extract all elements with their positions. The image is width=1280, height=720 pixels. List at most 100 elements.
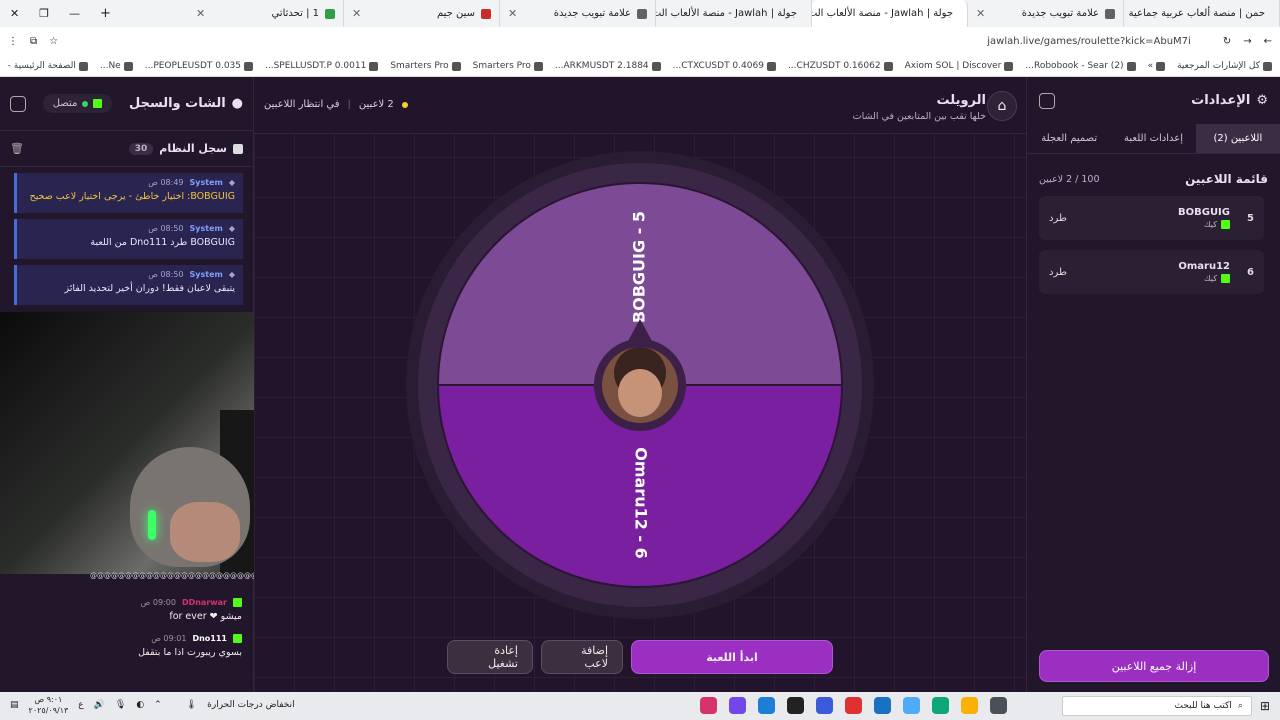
shield-icon: ◆ [228,224,235,233]
system-messages: ◆ System 08:49 ص BOBGUIG: اختيار خاطئ - يرج… [0,173,253,305]
chat-bubble-icon: ● [231,96,243,111]
window-controls: ✕ ❐ — [0,7,90,20]
minimize-window-icon[interactable]: — [69,7,80,20]
browser-tab[interactable]: علامة تبويب جديدة ✕ [500,0,656,27]
player-row: 6 Omaru12 كيك طرد [1039,250,1264,294]
bookmark-label: Smarters Pro [390,61,449,71]
bookmark-item[interactable]: ARKMUSDT 2.1884... [555,61,661,71]
new-tab-button[interactable]: + [90,6,121,21]
bookmark-item[interactable]: SPELLUSDT.P 0.0011... [265,61,379,71]
bookmark-item[interactable]: CHZUSDT 0.16062... [788,61,893,71]
home-icon: ⌂ [997,98,1007,114]
tab-close-icon[interactable]: ✕ [196,7,205,20]
volume-icon[interactable]: 🔊 [94,700,105,710]
browser-tab[interactable]: جولة | Jawlah - منصة الألعاب الت✕ [812,0,968,27]
tray-expand-icon[interactable]: ⌃ [154,700,162,710]
restart-button[interactable]: إعادة تشغيل [447,640,533,674]
bookmark-star-icon[interactable]: ☆ [49,36,58,47]
bookmark-label: ARKMUSDT 2.1884... [554,61,649,71]
bookmark-item[interactable]: Axiom SOL | Discover [905,61,1014,71]
collapse-settings-icon[interactable] [1039,92,1055,109]
browser-tab[interactable]: سين جيم ✕ [344,0,500,27]
game-header: ⌂ الرويلت خلها تقب بين المتابعين في الشا… [254,77,1026,134]
add-player-button[interactable]: إضافة لاعب [541,640,623,674]
mail-icon[interactable] [874,697,891,714]
roulette-wheel[interactable]: BOBGUIG - 5 Omaru12 - 6 [406,151,874,622]
settings-tab[interactable]: إعدادات اللعبة [1111,124,1195,153]
bookmark-favicon-icon [78,61,88,71]
bookmark-item[interactable]: » [1148,61,1166,71]
browser-tab[interactable]: علامة تبويب جديدة ✕ [968,0,1124,27]
player-number: 6 [1247,266,1254,278]
message-time: 09:01 ص [151,634,187,643]
player-row: 5 BOBGUIG كيك طرد [1039,196,1264,240]
bookmark-item[interactable]: Smarters Pro [390,61,461,71]
tab-label: 1 | تحدثاتي [271,8,319,19]
restore-window-icon[interactable]: ❐ [39,7,49,20]
bookmark-item[interactable]: Ne... [100,61,133,71]
taskbar-search[interactable]: ⌕ اكتب هنا للبحث [1061,696,1252,716]
clock[interactable]: ٩:٠١ ص ٢٠٢٥/٠٩/١٣ [29,694,69,716]
message-time: 08:50 ص [148,270,184,279]
url-field[interactable]: jawlah.live/games/roulette?kick=AbuM7i [70,36,1211,47]
bookmark-favicon-icon [451,61,461,71]
app-icon[interactable] [729,697,746,714]
avatar-face [618,369,662,417]
bookmark-favicon-icon [1156,61,1166,71]
app-icon[interactable] [816,697,833,714]
game-title: الرويلت [936,93,986,108]
player-number: 5 [1247,212,1254,224]
extension-icon[interactable]: ⧉ [30,36,37,47]
menu-icon[interactable]: ⋮ [8,36,18,47]
settings-tab[interactable]: تصميم العجلة [1027,124,1111,153]
tiktok-icon[interactable] [787,697,804,714]
bookmark-item[interactable]: الصفحة الرئيسية - [8,61,88,71]
bookmark-favicon-icon [533,61,543,71]
browser-tab[interactable]: 1 | تحدثاتي ✕ [188,0,344,27]
bookmark-item[interactable]: كل الإشارات المرجعية [1177,61,1272,71]
message-time: 08:50 ص [148,224,184,233]
app-icon[interactable] [758,697,775,714]
browser-tab[interactable]: حمن | منصة ألعاب عربية جماعية✕ [1124,0,1280,27]
bookmark-item[interactable]: Smarters Pro [473,61,543,71]
weather-text: انخفاض درجات الحرارة [207,700,295,710]
forward-icon[interactable]: → [1243,36,1251,47]
mic-icon[interactable]: 🎙 [115,700,126,710]
settings-tabs: اللاعبين (2) إعدادات اللعبة تصميم العجلة [1027,124,1280,154]
kick-player-button[interactable]: طرد [1049,267,1067,278]
start-game-button[interactable]: ابدأ اللعبة [631,640,833,674]
store-icon[interactable] [903,697,920,714]
remove-all-players-button[interactable]: إزالة جميع اللاعبين [1039,650,1269,682]
bookmark-item[interactable]: PEOPLEUSDT 0.035... [145,61,253,71]
home-button[interactable]: ⌂ [987,91,1017,121]
chat-title: ● الشات والسجل [129,96,243,111]
edge-icon[interactable] [932,697,949,714]
browser-tab[interactable]: جولة | Jawlah - منصة الألعاب الت✕ [656,0,812,27]
tab-close-icon[interactable]: ✕ [976,7,985,20]
file-explorer-icon[interactable] [961,697,978,714]
tab-close-icon[interactable]: ✕ [508,7,517,20]
collapse-panel-icon[interactable] [10,95,26,112]
back-icon[interactable]: ← [1264,36,1272,47]
tab-close-icon[interactable]: ✕ [352,7,361,20]
task-view-icon[interactable] [990,697,1007,714]
app-icon[interactable] [700,697,717,714]
player-list: 5 BOBGUIG كيك طرد 6 Omaru12 كيك طرد [1027,196,1280,294]
bookmark-item[interactable]: (2) Robobook - Sear... [1025,61,1136,71]
tab-favicon-icon [481,8,491,19]
trash-icon[interactable]: 🗑 [10,142,24,155]
language-indicator[interactable]: ع [78,700,83,710]
player-info: Omaru12 كيك [1067,261,1230,283]
bookmark-item[interactable]: CTXCUSDT 0.4069... [673,61,776,71]
message-text: بسوي ريبورت اذا ما بتقفل [138,647,242,658]
settings-tab[interactable]: اللاعبين (2) [1195,124,1280,153]
message-text: BOBGUIG: اختيار خاطئ - يرجى اختيار لاعب … [29,191,235,202]
network-icon[interactable]: ◐ [136,700,144,710]
message-time: 09:00 ص [140,598,176,607]
close-window-icon[interactable]: ✕ [10,7,19,20]
kick-player-button[interactable]: طرد [1049,213,1067,224]
reload-icon[interactable]: ↻ [1223,36,1231,47]
notifications-icon[interactable]: ▤ [10,700,19,710]
chrome-icon[interactable] [845,697,862,714]
windows-start-icon[interactable]: ⊞ [1260,699,1270,713]
